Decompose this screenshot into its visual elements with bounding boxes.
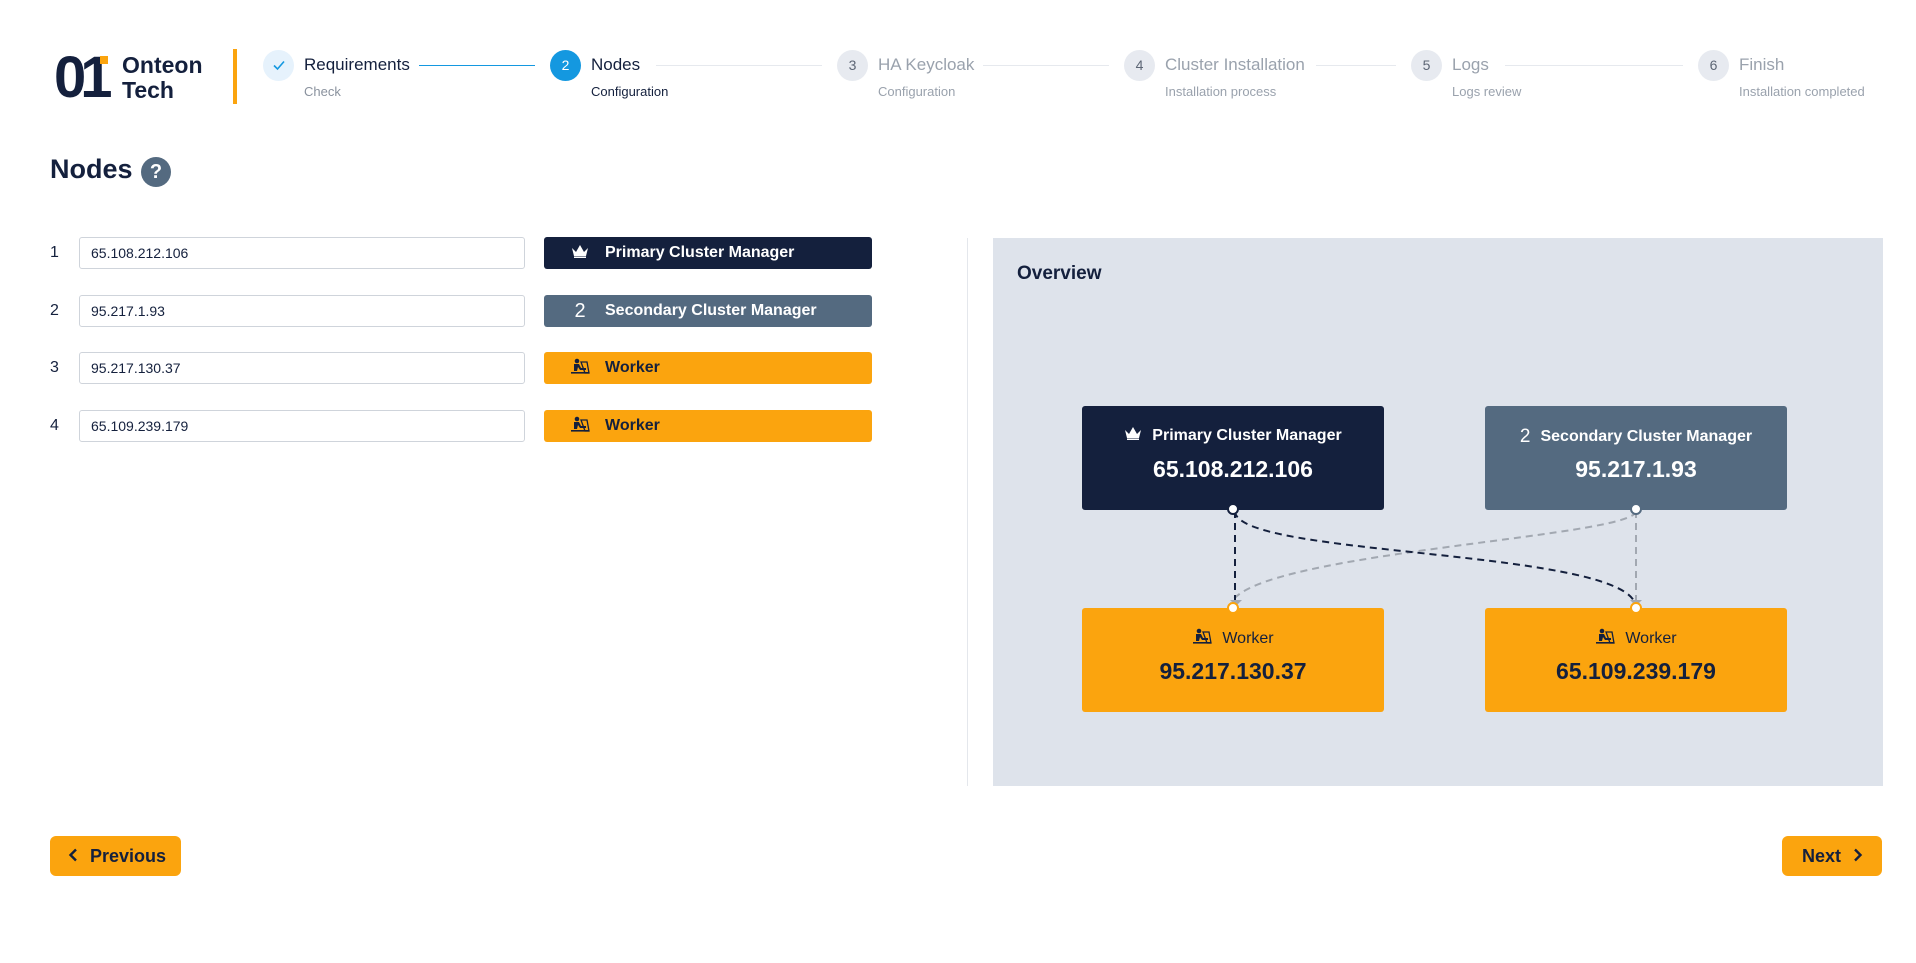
stepper-connector-5 (1505, 65, 1683, 66)
node-number: 3 (50, 359, 59, 376)
link-primary-worker-2 (1234, 510, 1637, 609)
node-ip-input[interactable] (79, 410, 525, 442)
step-subtitle: Logs review (1452, 84, 1522, 99)
brand-logo: 01 Onteon Tech (54, 49, 203, 107)
brand-name-line1: Onteon (122, 52, 203, 78)
overview-card-worker: Worker 65.109.239.179 (1485, 608, 1787, 712)
link-secondary-worker-1 (1229, 510, 1637, 609)
step-subtitle: Configuration (878, 84, 956, 99)
step-number: 5 (1411, 50, 1442, 81)
overview-card-worker: Worker 95.217.130.37 (1082, 608, 1384, 712)
role-select-worker[interactable]: Worker (544, 410, 872, 442)
overview-card-role: Worker (1485, 628, 1787, 649)
overview-ip: 65.109.239.179 (1556, 658, 1716, 684)
step-number: 3 (837, 50, 868, 81)
step-subtitle: Installation process (1165, 84, 1277, 99)
next-label: Next (1802, 845, 1842, 866)
node-row-4: 4 Worker (50, 410, 880, 442)
node-ip-input[interactable] (79, 237, 525, 269)
logo-mark-text: 01 (54, 45, 112, 110)
node-row-3: 3 Worker (50, 352, 880, 384)
node-row-2: 2 2 Secondary Cluster Manager (50, 295, 880, 327)
role-select-secondary[interactable]: 2 Secondary Cluster Manager (544, 295, 872, 327)
step-subtitle: Configuration (591, 84, 669, 99)
previous-button[interactable]: Previous (50, 836, 181, 876)
logo-divider (233, 49, 237, 104)
step-number: 4 (1124, 50, 1155, 81)
step-number: 6 (1698, 50, 1729, 81)
role-select-worker[interactable]: Worker (544, 352, 872, 384)
worker-icon (1192, 628, 1213, 649)
overview-card-primary: Primary Cluster Manager 65.108.212.106 (1082, 406, 1384, 510)
number-2-icon: 2 (1519, 426, 1531, 447)
panel-divider (967, 238, 968, 786)
overview-role-label: Worker (1222, 629, 1274, 647)
role-label: Primary Cluster Manager (605, 244, 795, 261)
overview-card-secondary: 2 Secondary Cluster Manager 95.217.1.93 (1485, 406, 1787, 510)
role-select-primary[interactable]: Primary Cluster Manager (544, 237, 872, 269)
previous-label: Previous (90, 845, 167, 866)
overview-card-role: 2 Secondary Cluster Manager (1485, 426, 1787, 448)
step-subtitle: Check (304, 84, 341, 99)
chevron-left-icon (68, 846, 78, 867)
port-secondary-out[interactable] (1630, 503, 1642, 515)
node-ip-input[interactable] (79, 295, 525, 327)
role-label: Secondary Cluster Manager (605, 302, 817, 319)
chevron-right-icon (1853, 846, 1863, 867)
node-number: 1 (50, 244, 59, 261)
role-label: Worker (605, 359, 660, 376)
page-title: Nodes (50, 154, 133, 184)
overview-ip: 65.108.212.106 (1153, 456, 1313, 482)
step-title: Logs (1452, 55, 1489, 74)
step-title: Nodes (591, 55, 641, 74)
node-ip-input[interactable] (79, 352, 525, 384)
brand-name-line2: Tech (122, 77, 174, 103)
stepper-connector-3 (983, 65, 1109, 66)
port-primary-out[interactable] (1227, 503, 1239, 515)
node-row-1: 1 Primary Cluster Manager (50, 237, 880, 269)
logo-mark: 01 (54, 49, 112, 107)
role-label: Worker (605, 417, 660, 434)
worker-icon (570, 416, 590, 437)
overview-role-label: Worker (1625, 629, 1677, 647)
stepper-connector-1 (419, 65, 535, 66)
next-button[interactable]: Next (1782, 836, 1882, 876)
overview-card-role: Primary Cluster Manager (1082, 426, 1384, 445)
overview-ip: 95.217.130.37 (1159, 658, 1307, 684)
overview-panel: Overview Primary Cluster Manager 65.108.… (993, 238, 1883, 786)
step-title: Cluster Installation (1165, 55, 1305, 74)
worker-icon (570, 358, 590, 379)
logo-accent-dot (100, 56, 108, 64)
question-icon[interactable]: ? (141, 157, 171, 187)
port-worker-2-in[interactable] (1630, 602, 1642, 614)
crown-icon (570, 244, 590, 263)
step-title: HA Keycloak (878, 55, 975, 74)
number-2-icon: 2 (574, 299, 586, 322)
step-title: Finish (1739, 55, 1785, 74)
stepper-connector-4 (1316, 65, 1396, 66)
worker-icon (1595, 628, 1616, 649)
step-subtitle: Installation completed (1739, 84, 1865, 99)
check-icon (263, 50, 294, 81)
overview-card-role: Worker (1082, 628, 1384, 649)
overview-role-label: Secondary Cluster Manager (1540, 428, 1753, 445)
port-worker-1-in[interactable] (1227, 602, 1239, 614)
node-number: 2 (50, 302, 59, 319)
node-number: 4 (50, 417, 59, 434)
stepper-connector-2 (656, 65, 822, 66)
step-title: Requirements (304, 55, 410, 74)
step-number: 2 (550, 50, 581, 81)
crown-icon (1124, 426, 1142, 445)
overview-ip: 95.217.1.93 (1575, 456, 1697, 482)
brand-name: Onteon Tech (122, 53, 203, 103)
overview-role-label: Primary Cluster Manager (1152, 426, 1342, 444)
